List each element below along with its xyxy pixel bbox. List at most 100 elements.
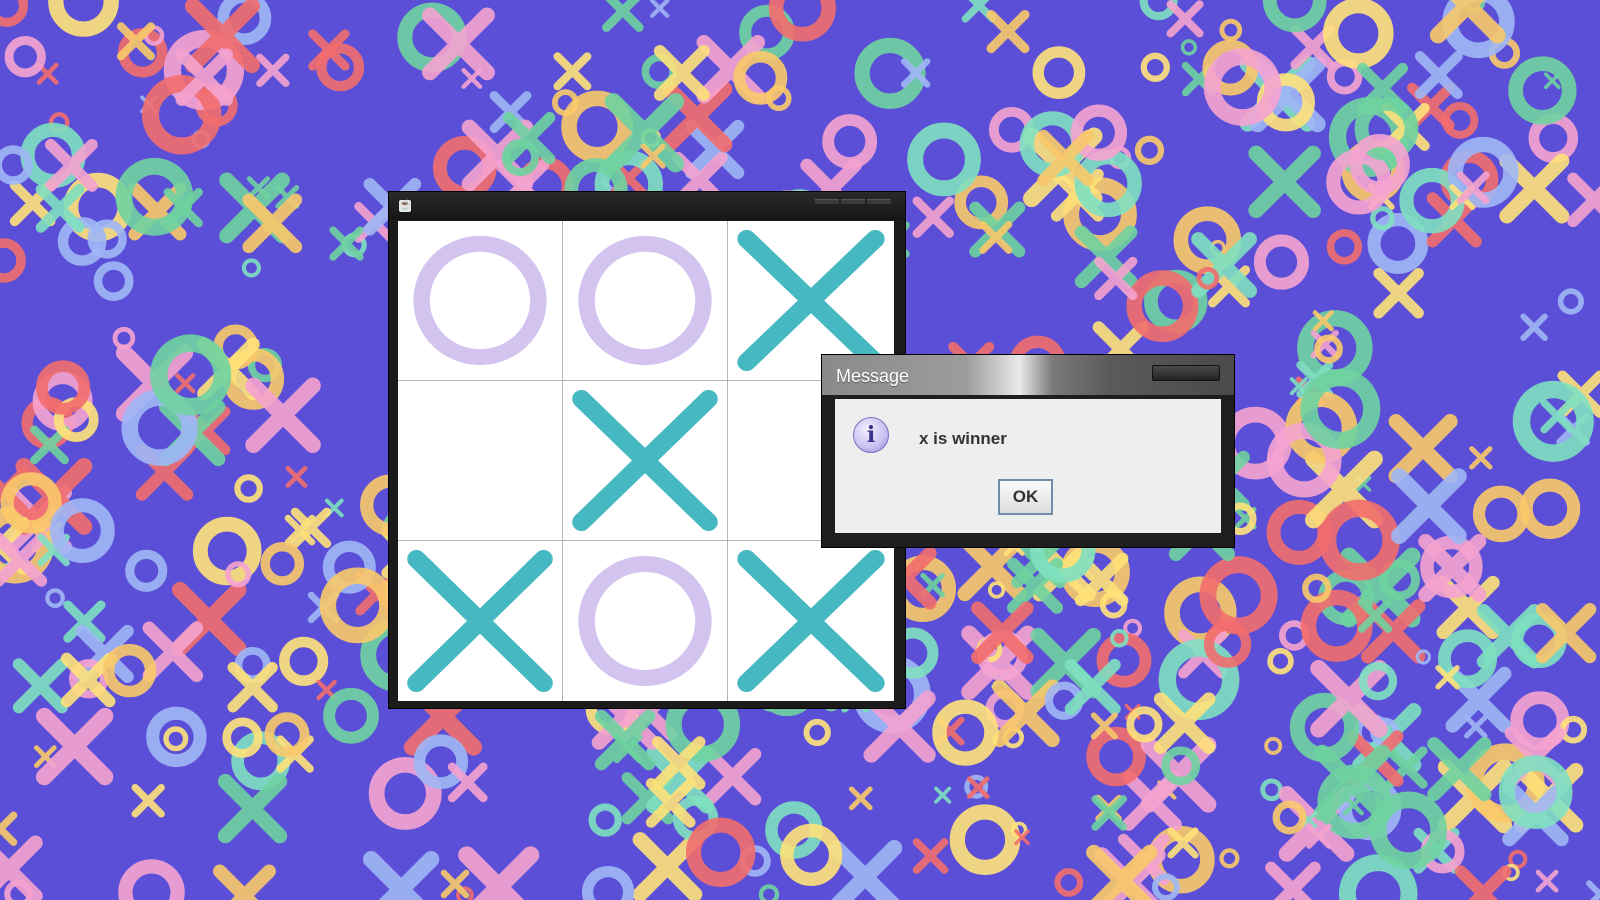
pattern-o: [241, 258, 261, 278]
pattern-o: [854, 37, 926, 109]
pattern-o: [581, 865, 635, 900]
pattern-x: [0, 835, 43, 900]
pattern-o: [1054, 868, 1084, 897]
board-cell[interactable]: [398, 381, 563, 541]
pattern-x: [1544, 72, 1561, 90]
pattern-x: [256, 53, 290, 88]
pattern-x: [1454, 865, 1512, 900]
pattern-o: [1262, 0, 1327, 33]
pattern-o: [1260, 778, 1283, 802]
pattern-x: [1391, 468, 1467, 544]
message-text: x is winner: [919, 429, 1007, 448]
pattern-x: [912, 838, 949, 874]
pattern-x: [174, 373, 196, 394]
pattern-o: [0, 238, 26, 283]
pattern-x: [12, 658, 68, 714]
x-mark: [407, 550, 553, 692]
maximize-button[interactable]: [841, 199, 865, 204]
pattern-o: [803, 718, 831, 747]
window-titlebar[interactable]: ☕: [389, 192, 905, 220]
pattern-x: [1388, 414, 1458, 484]
pattern-x: [440, 869, 470, 899]
pattern-x: [1567, 172, 1600, 228]
pattern-x: [142, 621, 204, 683]
java-icon: ☕: [399, 200, 412, 212]
message-dialog: Message i x is winner OK: [822, 355, 1234, 547]
x-mark: [737, 550, 885, 692]
pattern-x: [649, 0, 670, 18]
minimize-button[interactable]: [815, 199, 839, 204]
pattern-o: [768, 0, 836, 42]
info-icon: i: [853, 417, 889, 453]
pattern-o: [118, 859, 185, 900]
pattern-x: [1520, 313, 1548, 341]
pattern-o: [907, 122, 981, 197]
pattern-o: [949, 804, 1021, 876]
pattern-o: [987, 581, 1006, 599]
pattern-x: [1091, 795, 1128, 831]
dialog-body: i x is winner OK: [835, 399, 1221, 533]
board-cell[interactable]: [563, 221, 728, 381]
pattern-o: [4, 36, 46, 78]
pattern-x: [934, 786, 952, 804]
dialog-close-button[interactable]: [1152, 365, 1220, 381]
pattern-x: [602, 0, 644, 32]
pattern-x: [1535, 869, 1559, 893]
pattern-o: [323, 687, 379, 744]
pattern-o: [112, 326, 136, 350]
close-button[interactable]: [867, 199, 891, 204]
pattern-o: [146, 706, 207, 768]
pattern-o: [1180, 39, 1198, 56]
pattern-x: [213, 864, 276, 900]
pattern-x: [1469, 446, 1493, 470]
pattern-o: [1323, 0, 1394, 69]
pattern-x: [703, 748, 762, 806]
pattern-x: [848, 786, 873, 811]
pattern-o: [1140, 52, 1170, 82]
pattern-o: [1086, 726, 1146, 787]
pattern-x: [653, 44, 710, 101]
pattern-x: [828, 840, 903, 900]
pattern-o: [1326, 229, 1363, 265]
pattern-x: [131, 783, 165, 818]
pattern-x: [1166, 0, 1204, 38]
pattern-x: [1414, 51, 1463, 100]
pattern-o: [758, 884, 780, 900]
pattern-o: [413, 734, 469, 789]
pattern-o: [45, 588, 65, 608]
x-mark: [572, 389, 718, 532]
pattern-o: [1519, 478, 1581, 539]
ok-button[interactable]: OK: [998, 479, 1053, 515]
dialog-titlebar[interactable]: Message: [822, 355, 1234, 395]
pattern-o: [125, 549, 168, 592]
pattern-x: [285, 465, 308, 488]
pattern-o: [1472, 485, 1530, 543]
board-cell[interactable]: [563, 381, 728, 541]
pattern-o: [279, 636, 329, 686]
pattern-o: [234, 474, 263, 503]
pattern-x: [242, 193, 303, 254]
board-cell[interactable]: [398, 221, 563, 381]
o-mark: [413, 235, 547, 366]
pattern-x: [0, 811, 18, 846]
pattern-x: [362, 851, 440, 900]
pattern-x: [1265, 861, 1321, 900]
window-controls[interactable]: [815, 199, 891, 205]
pattern-o: [1300, 589, 1373, 662]
pattern-o: [1267, 647, 1294, 675]
pattern-o: [1264, 736, 1283, 755]
game-board: [398, 221, 894, 701]
pattern-x: [986, 9, 1030, 54]
pattern-o: [1126, 706, 1163, 743]
pattern-o: [1032, 46, 1086, 99]
pattern-x: [1586, 880, 1600, 900]
pattern-o: [1508, 56, 1577, 125]
pattern-x: [227, 662, 278, 713]
pattern-o: [686, 817, 756, 887]
board-cell[interactable]: [728, 541, 894, 701]
pattern-o: [588, 803, 622, 837]
pattern-x: [1540, 399, 1575, 434]
board-cell[interactable]: [563, 541, 728, 701]
board-cell[interactable]: [398, 541, 563, 701]
o-mark: [578, 556, 712, 686]
